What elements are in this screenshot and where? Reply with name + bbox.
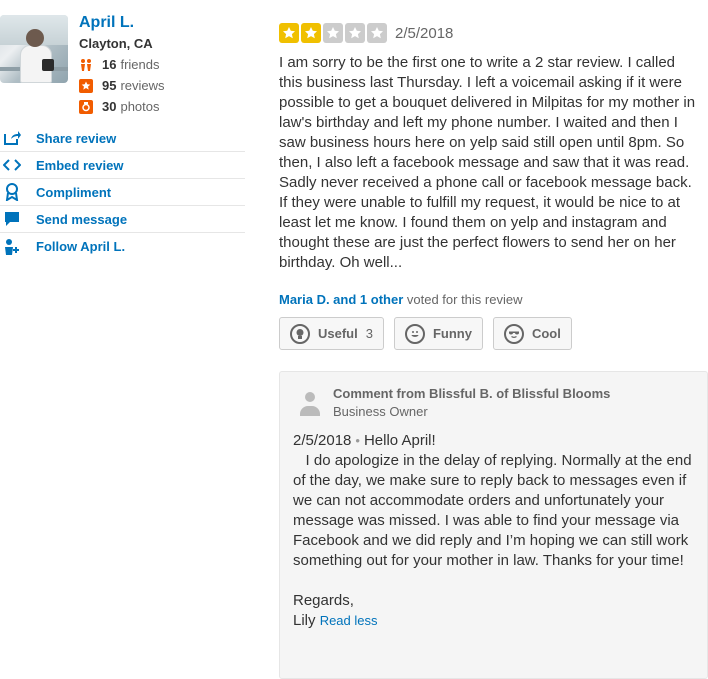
comment-date: 2/5/2018 xyxy=(293,432,352,449)
voters-suffix: voted for this review xyxy=(406,292,523,307)
review-content: 2/5/2018 I am sorry to be the first one … xyxy=(279,22,699,273)
user-name-link[interactable]: April L. xyxy=(79,12,165,34)
star-empty-icon xyxy=(367,23,387,43)
cool-button[interactable]: Cool xyxy=(492,317,572,350)
comment-separator: • xyxy=(355,433,360,448)
comment-first-line: 2/5/2018 • Hello April! xyxy=(293,431,703,451)
star-empty-icon xyxy=(345,23,365,43)
embed-icon xyxy=(3,156,21,174)
send-message-action[interactable]: Send message xyxy=(0,206,245,233)
photos-count: 30 xyxy=(102,99,117,114)
read-less-link[interactable]: Read less xyxy=(320,613,378,628)
friends-count: 16 xyxy=(102,57,117,72)
lightbulb-icon xyxy=(290,323,310,344)
reviews-stat: 95 reviews xyxy=(79,75,165,96)
friends-icon xyxy=(79,58,93,72)
comment-body: 2/5/2018 • Hello April! I do apologize in … xyxy=(293,431,703,631)
comment-text: I do apologize in the delay of replying.… xyxy=(293,452,696,569)
funny-button[interactable]: Funny xyxy=(393,317,483,350)
user-avatar[interactable] xyxy=(0,15,68,83)
comment-role: Business Owner xyxy=(333,404,428,419)
follow-user-action[interactable]: Follow April L. xyxy=(0,233,245,260)
friends-label: friends xyxy=(120,57,160,72)
compliment-action[interactable]: Compliment xyxy=(0,179,245,206)
owner-avatar-icon xyxy=(300,392,320,418)
share-icon xyxy=(3,129,21,147)
star-badge-icon xyxy=(79,78,93,93)
reviews-count: 95 xyxy=(102,78,117,93)
review-date: 2/5/2018 xyxy=(395,24,454,42)
compliment-icon xyxy=(3,183,21,201)
star-rating xyxy=(279,23,389,43)
send-message-label: Send message xyxy=(36,211,128,227)
useful-button[interactable]: Useful 3 xyxy=(279,317,384,350)
review-actions: Share review Embed review Compliment Sen… xyxy=(0,125,245,260)
follow-icon xyxy=(3,238,21,256)
rating-row: 2/5/2018 xyxy=(279,22,699,44)
compliment-label: Compliment xyxy=(36,184,112,200)
comment-header: Comment from Blissful B. of Blissful Blo… xyxy=(333,385,610,422)
review-text: I am sorry to be the first one to write … xyxy=(279,54,696,271)
star-filled-icon xyxy=(279,23,299,43)
useful-count: 3 xyxy=(365,326,373,341)
embed-review-action[interactable]: Embed review xyxy=(0,152,245,179)
friends-stat: 16 friends xyxy=(79,54,165,75)
comment-from: Comment from Blissful B. of Blissful Blo… xyxy=(333,386,611,401)
camera-icon xyxy=(79,99,93,114)
funny-label: Funny xyxy=(432,326,472,341)
comment-regards: Regards, xyxy=(293,592,354,609)
user-info: April L. Clayton, CA 16 friends 95 revie… xyxy=(79,12,165,117)
follow-user-label: Follow April L. xyxy=(36,239,126,254)
star-filled-icon xyxy=(301,23,321,43)
share-review-label: Share review xyxy=(36,130,117,146)
voters-link[interactable]: Maria D. and 1 other xyxy=(279,292,403,307)
share-review-action[interactable]: Share review xyxy=(0,125,245,152)
owner-comment: Comment from Blissful B. of Blissful Blo… xyxy=(279,371,708,679)
embed-review-label: Embed review xyxy=(36,157,124,173)
vote-buttons: Useful 3 Funny Cool xyxy=(279,317,582,350)
photos-stat: 30 photos xyxy=(79,96,165,117)
comment-signoff: Lily Read less xyxy=(293,611,703,631)
comment-signature: Lily xyxy=(293,612,316,629)
comment-greeting: Hello April! xyxy=(363,432,436,449)
useful-label: Useful xyxy=(318,326,358,341)
message-icon xyxy=(3,210,21,228)
user-location: Clayton, CA xyxy=(79,36,153,51)
star-empty-icon xyxy=(323,23,343,43)
sunglasses-face-icon xyxy=(503,323,524,344)
cool-label: Cool xyxy=(531,326,561,341)
vote-summary: Maria D. and 1 other voted for this revi… xyxy=(279,292,522,307)
photos-label: photos xyxy=(120,99,160,114)
funny-face-icon xyxy=(404,323,425,344)
reviews-label: reviews xyxy=(120,78,165,93)
